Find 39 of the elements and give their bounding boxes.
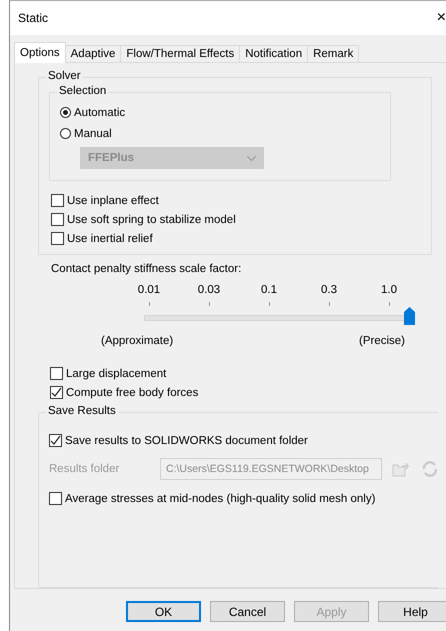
checkbox-label: Use inplane effect [67, 194, 159, 206]
group-title: Save Results [46, 405, 118, 417]
tab[interactable]: Options [14, 42, 66, 63]
radio-button[interactable] [60, 107, 71, 118]
checkbox[interactable] [51, 213, 64, 226]
window-title: Static [18, 11, 48, 25]
group-title: Solver [46, 70, 83, 82]
checkbox-label: Large displacement [66, 368, 166, 380]
checkbox[interactable] [50, 367, 63, 380]
slider-thumb[interactable] [404, 307, 414, 326]
slider-max-label: (Precise) [358, 335, 405, 347]
chevron-icon [247, 156, 256, 160]
field-label: Results folder [49, 463, 120, 475]
tab[interactable]: Remark [307, 45, 360, 63]
checkbox-label: Compute free body forces [66, 386, 198, 398]
tick-label: 0.3 [321, 284, 337, 296]
checkbox[interactable] [49, 434, 62, 447]
close-button[interactable]: × [436, 10, 446, 26]
checkbox[interactable] [49, 492, 62, 505]
checkbox[interactable] [51, 232, 64, 245]
dialog-button[interactable]: Cancel [210, 601, 285, 622]
radio-button[interactable] [60, 128, 71, 139]
slider-caption: Contact penalty stiffness scale factor: [51, 263, 242, 276]
tick-label: 0.01 [138, 284, 160, 296]
dialog-button[interactable]: OK [126, 601, 201, 622]
slider-min-label: (Approximate) [101, 335, 174, 347]
radio-label: Manual [74, 128, 112, 140]
checkbox-label: Use soft spring to stabilize model [67, 214, 236, 226]
checkbox-label: Average stresses at mid-nodes (high-quality solid mesh only) [65, 492, 376, 504]
checkbox-label: Use inertial relief [67, 232, 153, 244]
radio-label: Automatic [74, 106, 126, 118]
checkbox[interactable] [51, 194, 64, 207]
dialog-button[interactable]: Help [378, 601, 446, 622]
tick-label: 1.0 [381, 284, 397, 296]
tick-label: 0.1 [261, 284, 277, 296]
tick-label: 0.03 [198, 284, 220, 296]
group-title: Selection [57, 85, 108, 97]
checkbox[interactable] [50, 386, 63, 399]
checkbox-label: Save results to SOLIDWORKS document folder [65, 434, 308, 446]
